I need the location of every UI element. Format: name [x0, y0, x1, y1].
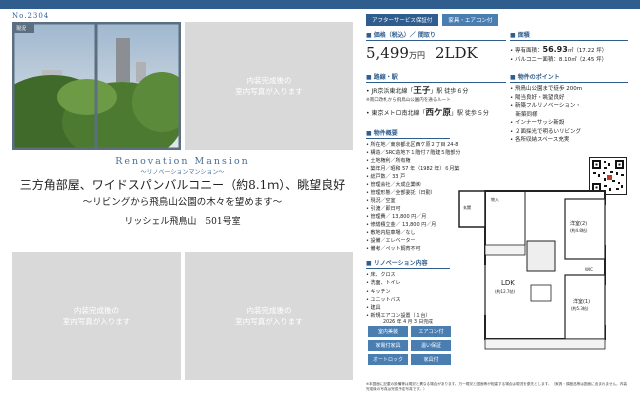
feature-tags: 室内美装 エアコン付 家電付家具 温い保証 オートロック 家具付 — [368, 326, 451, 365]
point-item: • 各所収納スペース充実 — [510, 137, 570, 144]
overview-item: • 構造／SRC造地下１階付７階建５階部分 — [366, 150, 461, 156]
area-unit: ㎡（17.22 坪） — [567, 48, 608, 54]
station-note: ※南口改札から飛鳥山公園内を通るルート — [366, 97, 451, 103]
overview-label: ■ 物件概要 — [366, 128, 450, 139]
station-item: • 東京メトロ南北線「西ケ原」駅 徒歩５分 — [366, 107, 506, 120]
renovation-item: • ユニットバス — [366, 296, 401, 303]
overview-item: • 管理形態／全部委託（日勤） — [366, 190, 436, 196]
overview-item: • 土地権利／所有権 — [366, 158, 411, 164]
room-western-2-size: (約4.8帖) — [570, 227, 588, 233]
building-name: リッシェル飛鳥山 501号室 — [124, 217, 241, 227]
interior-photo-placeholder: 内装完成後の 室内写真が入ります — [185, 22, 353, 150]
station-name: 王子 — [413, 86, 431, 96]
overview-section: ■ 物件概要 • 所在地／東京都北区西ケ原２丁目 24-8 • 構造／SRC造地… — [366, 128, 461, 253]
overview-item: • 所在地／東京都北区西ケ原２丁目 24-8 — [366, 142, 459, 148]
renovation-item: • 床、クロス — [366, 272, 396, 278]
renovation-item: • 洗面、トイレ — [366, 280, 401, 287]
area-value: 8.10 — [558, 57, 572, 64]
station-item: • JR京浜東北線「王子」駅 徒歩６分 ※南口改札から飛鳥山公園内を通るルート — [366, 85, 506, 105]
area-section: ■ 面積 • 専有面積：56.93㎡（17.22 坪） • バルコニー面積：8.… — [510, 30, 628, 65]
renovation-label: ■ リノベーション内容 — [366, 258, 450, 269]
overview-item: • 設備／エレベーター — [366, 238, 416, 244]
room-western-1: 洋室(1) — [573, 298, 590, 305]
footnote: ※本図面に記載の設備等は現況と異なる場合があります。万一現況と図面等が相違する場… — [366, 382, 627, 391]
renovation-item: • キッチン — [366, 288, 391, 295]
room-ldk-size: (約12.7帖) — [495, 288, 515, 294]
feature-tag: 家電付家具 — [368, 340, 408, 351]
point-item: 新築同様 — [510, 111, 538, 118]
overview-item: • 引渡／即日可 — [366, 206, 401, 212]
overview-item: • 管理会社／大成企業㈱ — [366, 182, 421, 188]
station-suffix: 」駅 徒歩６分 — [430, 88, 469, 95]
overview-item: • 管理費／ 13,800 円／月 — [366, 214, 427, 220]
price-value: 5,499万円 2LDK — [366, 44, 506, 62]
price-section: ■ 価格（税込）／ 間取り 5,499万円 2LDK — [366, 30, 506, 62]
badge-group: アフターサービス保証付 家具・エアコン付 — [366, 14, 499, 26]
feature-tag: エアコン付 — [411, 326, 451, 337]
entrance-label: 玄関 — [463, 204, 471, 210]
placeholder-text: 内装完成後の 室内写真が入ります — [235, 75, 303, 96]
point-item: • インナーサッシ新設 — [510, 120, 565, 127]
overview-item: • 敷地内駐車場／なし — [366, 230, 416, 236]
floor-plan-drawing: LDK (約12.7帖) 洋室(2) (約4.8帖) 洋室(1) (約5.3帖)… — [458, 190, 606, 350]
headline: 三方角部屋、ワイドスパンバルコニー（約8.1ｍ）、眺望良好 — [19, 178, 346, 192]
area-value: 56.93 — [542, 45, 568, 54]
overview-item: • 総戸数／ 33 戸 — [366, 174, 406, 180]
point-item: • 飛鳥山公園まで徒歩 200m — [510, 86, 583, 92]
overview-item: • 築年月／昭和 57 年（1982 年）６月築 — [366, 166, 460, 172]
station-prefix: • JR京浜東北線「 — [366, 88, 414, 95]
room-western-1-size: (約5.3帖) — [571, 305, 589, 311]
area-key: • 専有面積： — [510, 48, 543, 54]
area-row: • 専有面積：56.93㎡（17.22 坪） — [510, 44, 628, 56]
station-suffix: 」駅 徒歩５分 — [450, 109, 489, 117]
station-name: 西ケ原 — [425, 107, 451, 118]
title-japanese: 〜リノベーションマンション〜 — [140, 169, 225, 176]
after-service-badge: アフターサービス保証付 — [366, 14, 439, 26]
current-view-photo: 現況 — [12, 22, 181, 150]
renovation-item: • 建具 — [366, 305, 381, 311]
overview-item: • 現況／空室 — [366, 198, 396, 204]
feature-tag: 家具付 — [411, 354, 451, 365]
feature-tag: 室内美装 — [368, 326, 408, 337]
area-unit: ㎡（2.45 坪） — [571, 57, 608, 64]
subline: 〜リビングから飛鳥山公園の木々を望めます〜 — [82, 197, 283, 208]
wic-label: WIC — [585, 267, 593, 272]
top-accent-bar — [0, 0, 640, 9]
point-item: • 陽当良好・眺望良好 — [510, 94, 565, 101]
interior-photo-placeholder: 内装完成後の 室内写真が入ります — [185, 252, 353, 380]
overview-item: • 修繕積立金／ 13,800 円／月 — [366, 222, 437, 228]
room-ldk: LDK — [501, 279, 515, 287]
station-prefix: • 東京メトロ南北線「 — [366, 109, 426, 117]
interior-photo-placeholder: 内装完成後の 室内写真が入ります — [12, 252, 181, 380]
points-label: ■ 物件のポイント — [510, 72, 628, 83]
placeholder-text: 内装完成後の 室内写真が入ります — [235, 305, 303, 326]
storage-label: 物入 — [491, 196, 499, 202]
listing-number: No.2304 — [12, 12, 50, 20]
floor-plan: LDK (約12.7帖) 洋室(2) (約4.8帖) 洋室(1) (約5.3帖)… — [455, 185, 627, 360]
feature-tag: 温い保証 — [411, 340, 451, 351]
placeholder-text: 内装完成後の 室内写真が入ります — [62, 305, 131, 326]
price-unit: 万円 — [408, 51, 425, 60]
traffic-label: ■ 路線・駅 — [366, 72, 506, 83]
furniture-badge: 家具・エアコン付 — [442, 14, 499, 26]
photo-caption: 現況 — [16, 26, 27, 32]
area-key: • バルコニー面積： — [510, 57, 559, 64]
area-label: ■ 面積 — [510, 30, 628, 41]
price-amount: 5,499 — [366, 44, 409, 62]
feature-tag: オートロック — [368, 354, 408, 365]
overview-item: • 備考／ペット飼育不可 — [366, 246, 421, 252]
photo-illustration — [12, 22, 181, 150]
price-label: ■ 価格（税込）／ 間取り — [366, 30, 506, 41]
traffic-section: ■ 路線・駅 • JR京浜東北線「王子」駅 徒歩６分 ※南口改札から飛鳥山公園内を… — [366, 72, 506, 119]
completion-date: 2026 年 4 月 3 日完成 — [383, 320, 433, 325]
points-section: ■ 物件のポイント • 飛鳥山公園まで徒歩 200m • 陽当良好・眺望良好 •… — [510, 72, 628, 145]
area-row: • バルコニー面積：8.10㎡（2.45 坪） — [510, 56, 628, 65]
point-item: • ２面採光で明るいリビング — [510, 128, 581, 135]
title-english: Renovation Mansion — [115, 156, 250, 167]
floor-plan-type: 2LDK — [434, 44, 478, 62]
room-western-2: 洋室(2) — [570, 220, 587, 227]
point-item: • 新築フルリノベーション・ — [510, 103, 581, 110]
renovation-section: ■ リノベーション内容 • 床、クロス • 洗面、トイレ • キッチン • ユニ… — [366, 258, 450, 321]
